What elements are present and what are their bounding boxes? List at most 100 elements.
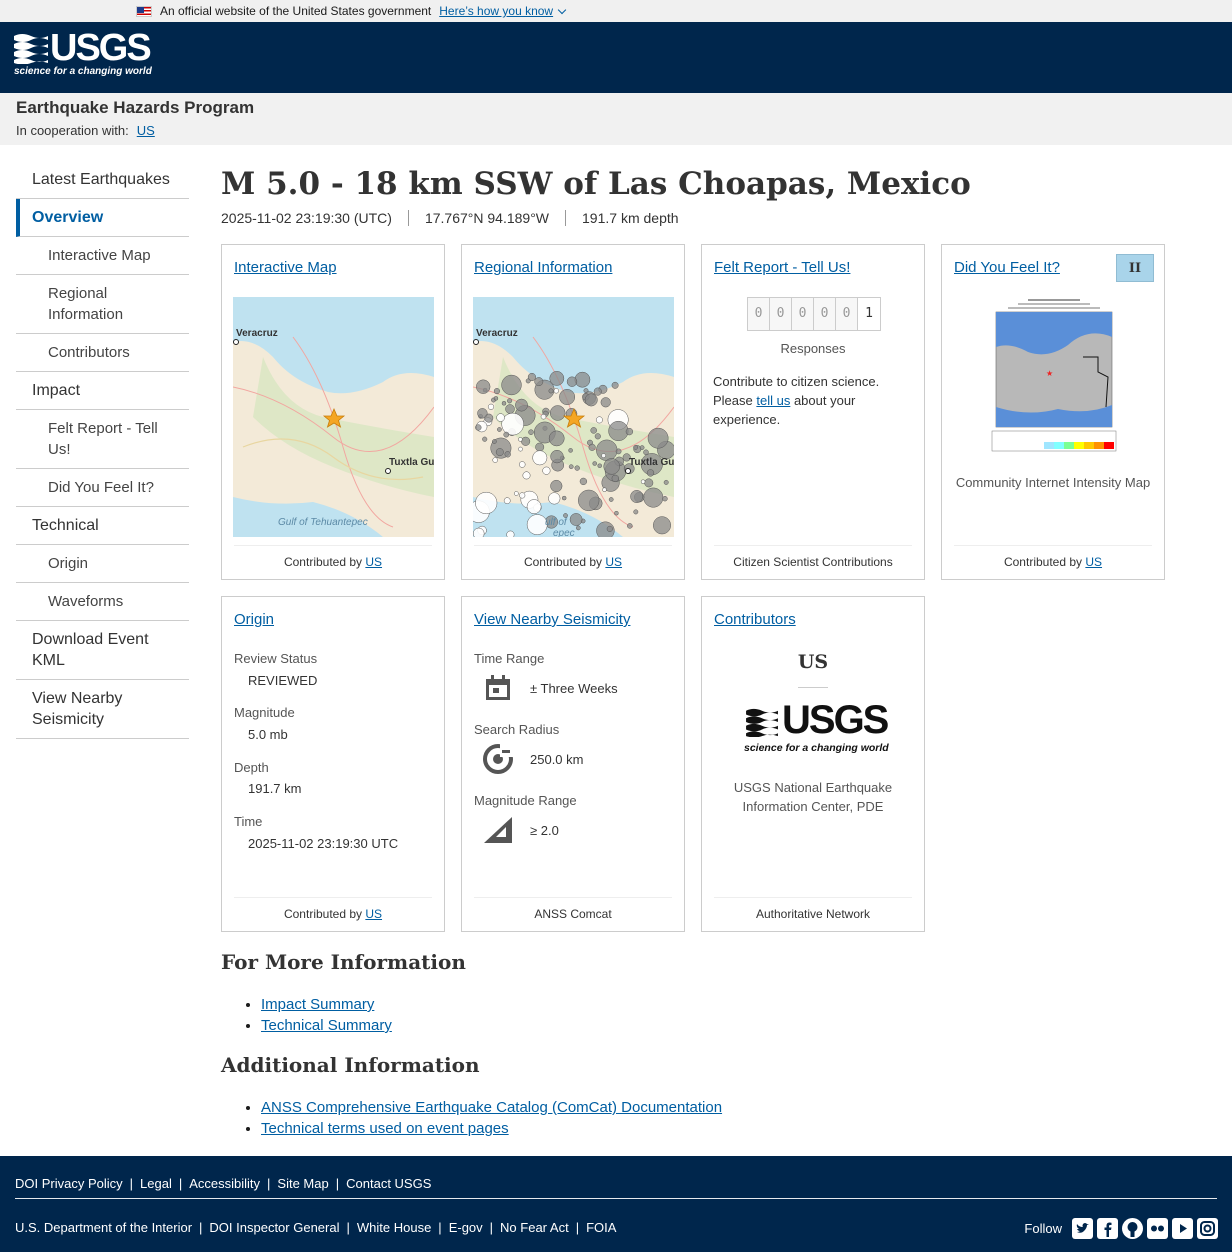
sidebar-item-impact[interactable]: Impact xyxy=(16,372,189,410)
footer-links-row-1: DOI Privacy Policy | Legal | Accessibility… xyxy=(15,1176,432,1191)
regional-map-graphic: Veracruz Tuxtla Gu ulf of epec xyxy=(473,297,674,537)
coop-link[interactable]: US xyxy=(137,123,155,138)
usgs-logo[interactable]: USGS science for a changing world xyxy=(14,28,152,80)
sidebar-item-did-you-feel-it[interactable]: Did You Feel It? xyxy=(16,469,189,507)
nearby-seismicity-link[interactable]: View Nearby Seismicity xyxy=(474,611,630,628)
earthquake-marker xyxy=(548,388,554,394)
footer-link-site-map[interactable]: Site Map xyxy=(277,1176,328,1191)
facebook-icon[interactable] xyxy=(1097,1218,1118,1239)
how-you-know-link[interactable]: Here’s how you know xyxy=(439,4,553,18)
flickr-icon[interactable] xyxy=(1147,1218,1168,1239)
logo-tagline: science for a changing world xyxy=(744,742,889,754)
earthquake-marker xyxy=(566,376,578,387)
list-item: Impact Summary xyxy=(261,994,392,1015)
earthquake-marker xyxy=(574,371,591,388)
earthquake-marker xyxy=(606,525,613,532)
footer-link-no-fear[interactable]: No Fear Act xyxy=(500,1220,569,1235)
earthquake-marker xyxy=(644,478,654,488)
footer-link-foia[interactable]: FOIA xyxy=(586,1220,616,1235)
earthquake-marker xyxy=(496,413,505,422)
twitter-icon[interactable] xyxy=(1072,1218,1093,1239)
impact-summary-link[interactable]: Impact Summary xyxy=(261,996,374,1013)
github-icon[interactable] xyxy=(1122,1218,1143,1239)
usgs-waves-icon xyxy=(14,34,48,64)
contributors-link[interactable]: Contributors xyxy=(714,611,796,628)
contributed-by-label: Contributed by xyxy=(523,555,603,569)
sidebar-item-contributors[interactable]: Contributors xyxy=(16,334,189,372)
instagram-icon[interactable] xyxy=(1197,1218,1218,1239)
dyfi-link[interactable]: Did You Feel It? xyxy=(954,259,1060,276)
chevron-down-icon[interactable] xyxy=(557,5,567,14)
tell-us-link[interactable]: tell us xyxy=(756,393,790,408)
event-location: 17.767°N 94.189°W xyxy=(407,210,565,226)
contributor-link[interactable]: US xyxy=(365,907,382,921)
magnitude-value: 5.0 mb xyxy=(248,727,288,742)
earthquake-marker xyxy=(493,396,499,401)
earthquake-marker xyxy=(522,471,531,480)
sidebar-item-regional-information[interactable]: Regional Information xyxy=(16,275,189,334)
card-footer: Contributed by US xyxy=(474,545,672,579)
earthquake-marker xyxy=(663,479,669,485)
footer-link-contact[interactable]: Contact USGS xyxy=(346,1176,431,1191)
sidebar-item-download-kml[interactable]: Download Event KML xyxy=(16,621,189,680)
sidebar-item-origin[interactable]: Origin xyxy=(16,545,189,583)
earthquake-marker xyxy=(574,465,580,471)
comcat-docs-link[interactable]: ANSS Comprehensive Earthquake Catalog (C… xyxy=(261,1099,722,1116)
origin-card: Origin Review Status REVIEWED Magnitude … xyxy=(221,596,445,932)
interactive-map-card: Interactive Map Veracruz Tuxtla Gu Gulf … xyxy=(221,244,445,580)
follow-label: Follow xyxy=(1024,1221,1062,1236)
sidebar-item-technical[interactable]: Technical xyxy=(16,507,189,545)
dyfi-caption: Community Internet Intensity Map xyxy=(955,475,1151,490)
sidebar-item-interactive-map[interactable]: Interactive Map xyxy=(16,237,189,275)
footer-link-white-house[interactable]: White House xyxy=(357,1220,431,1235)
earthquake-marker xyxy=(633,509,639,515)
contributor-link[interactable]: US xyxy=(1085,555,1102,569)
regional-map-thumbnail[interactable]: Veracruz Tuxtla Gu ulf of epec xyxy=(473,297,674,537)
earthquake-marker xyxy=(487,403,495,410)
footer-link-privacy[interactable]: DOI Privacy Policy xyxy=(15,1176,123,1191)
sidebar-item-waveforms[interactable]: Waveforms xyxy=(16,583,189,621)
earthquake-marker xyxy=(633,445,638,450)
sidebar-item-felt-report[interactable]: Felt Report - Tell Us! xyxy=(16,410,189,469)
felt-report-card: Felt Report - Tell Us! 0 0 0 0 0 1 Respo… xyxy=(701,244,925,580)
us-flag-icon xyxy=(136,5,152,17)
earthquake-marker xyxy=(640,479,646,484)
earthquake-marker xyxy=(513,491,519,496)
youtube-icon[interactable] xyxy=(1172,1218,1193,1239)
footer-link-accessibility[interactable]: Accessibility xyxy=(189,1176,260,1191)
interactive-map-thumbnail[interactable]: Veracruz Tuxtla Gu Gulf of Tehuantepec xyxy=(233,297,434,537)
earthquake-marker xyxy=(601,453,606,458)
earthquake-marker xyxy=(501,412,524,436)
earthquake-marker xyxy=(482,436,488,442)
sidebar-item-nearby-seismicity[interactable]: View Nearby Seismicity xyxy=(16,680,189,739)
card-footer: Contributed by US xyxy=(234,545,432,579)
regional-city-2: Tuxtla Gu xyxy=(629,457,674,468)
contributed-by-label: Contributed by xyxy=(283,555,363,569)
regional-information-link[interactable]: Regional Information xyxy=(474,259,612,276)
interactive-map-link[interactable]: Interactive Map xyxy=(234,259,337,276)
magnitude-ramp-icon xyxy=(474,813,522,847)
time-value: 2025-11-02 23:19:30 UTC xyxy=(248,836,399,851)
earthquake-marker xyxy=(579,477,588,486)
contributor-link[interactable]: US xyxy=(605,555,622,569)
dyfi-map-thumbnail[interactable]: ★ xyxy=(988,297,1120,457)
radius-target-icon xyxy=(474,742,522,776)
footer-link-legal[interactable]: Legal xyxy=(140,1176,172,1191)
technical-terms-link[interactable]: Technical terms used on event pages xyxy=(261,1120,509,1137)
contributor-link[interactable]: US xyxy=(365,555,382,569)
origin-link[interactable]: Origin xyxy=(234,611,274,628)
technical-summary-link[interactable]: Technical Summary xyxy=(261,1017,392,1034)
counter-digit: 0 xyxy=(770,298,792,330)
earthquake-marker xyxy=(518,446,523,452)
earthquake-marker xyxy=(548,430,565,447)
felt-report-link[interactable]: Felt Report - Tell Us! xyxy=(714,259,850,276)
sidebar-item-overview[interactable]: Overview xyxy=(16,199,189,237)
earthquake-marker xyxy=(506,530,515,537)
earthquake-marker xyxy=(528,429,534,435)
earthquake-marker xyxy=(550,479,563,493)
footer-link-doi[interactable]: U.S. Department of the Interior xyxy=(15,1220,192,1235)
footer-link-inspector-general[interactable]: DOI Inspector General xyxy=(209,1220,339,1235)
footer-link-egov[interactable]: E-gov xyxy=(449,1220,483,1235)
cooperation-line: In cooperation with: US xyxy=(16,123,1216,138)
sidebar-item-latest-earthquakes[interactable]: Latest Earthquakes xyxy=(16,161,189,199)
